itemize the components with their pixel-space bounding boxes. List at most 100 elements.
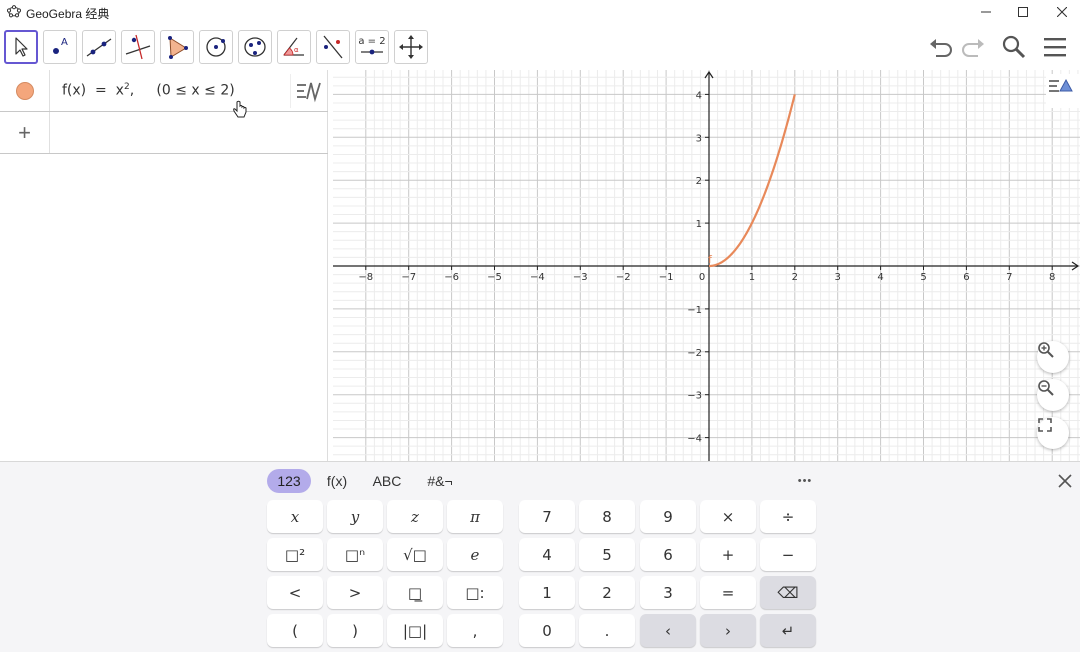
circle-icon [206, 37, 226, 57]
close-window-button[interactable] [1042, 0, 1080, 24]
key-6[interactable]: 6 [640, 538, 696, 571]
slider-eq-icon: a = 2 [358, 36, 386, 47]
tool-perpendicular[interactable] [121, 30, 155, 64]
key-0[interactable]: 0 [519, 614, 575, 647]
keyboard-more-button[interactable]: ••• [790, 470, 820, 492]
tool-ellipse[interactable] [238, 30, 272, 64]
zoom-out-icon [1038, 380, 1054, 396]
geogebra-app: GeoGebra 经典 A α a = 2 f(x) = x2, (0 ≤ x … [0, 0, 1080, 652]
tool-polygon[interactable] [160, 30, 194, 64]
perpendicular-line-icon [125, 34, 151, 60]
key-4[interactable]: 4 [519, 538, 575, 571]
key-divide[interactable]: ÷ [760, 500, 816, 533]
svg-text:A: A [61, 37, 68, 48]
add-entry-button[interactable]: + [0, 112, 50, 153]
tool-move[interactable] [4, 30, 38, 64]
key-2[interactable]: 2 [579, 576, 635, 609]
close-icon [1058, 474, 1072, 488]
undo-icon [930, 39, 952, 57]
algebra-entry-f[interactable]: f(x) = x2, (0 ≤ x ≤ 2) [0, 70, 328, 118]
keyboard-tab-abc[interactable]: ABC [366, 469, 408, 493]
key-minus[interactable]: − [760, 538, 816, 571]
key-plus[interactable]: + [700, 538, 756, 571]
key-power[interactable]: □ⁿ [327, 538, 383, 571]
algebra-style-button[interactable] [290, 74, 326, 108]
keyboard-tab-symbols[interactable]: #&¬ [420, 469, 460, 493]
x-tick-label: 0 [699, 272, 705, 283]
formula-f[interactable]: f(x) = x2, (0 ≤ x ≤ 2) [62, 82, 235, 99]
key-y[interactable]: y [327, 500, 383, 533]
undo-button[interactable] [926, 32, 956, 62]
y-tick-label: 3 [696, 133, 702, 144]
graphics-style-button[interactable] [1046, 74, 1080, 108]
tool-circle-center-point[interactable] [199, 30, 233, 64]
fullscreen-icon [1038, 418, 1052, 432]
key-squared[interactable]: □² [267, 538, 323, 571]
key-9[interactable]: 9 [640, 500, 696, 533]
maximize-button[interactable] [1003, 0, 1043, 24]
zoom-in-button[interactable] [1037, 341, 1069, 373]
reflect-icon [323, 35, 343, 59]
key-abs[interactable]: |□| [387, 614, 443, 647]
key-decimal[interactable]: . [579, 614, 635, 647]
x-tick-label: 5 [920, 272, 926, 283]
key-fraction[interactable]: □̲ [387, 576, 443, 609]
y-tick-label: 1 [696, 219, 702, 230]
key-open-paren[interactable]: ( [267, 614, 323, 647]
key-sqrt[interactable]: √□ [387, 538, 443, 571]
key-1[interactable]: 1 [519, 576, 575, 609]
minimize-button[interactable] [966, 0, 1006, 24]
key-e[interactable]: e [447, 538, 503, 571]
graphics-canvas[interactable]: −8 −7 −6 −5 −4 −3 −2 −1 0 1 2 3 4 5 6 7 8 4 3 2 1 −1 −2 −3 −4 f [333, 70, 1080, 461]
tool-reflect[interactable] [316, 30, 350, 64]
standard-view-button[interactable] [1037, 417, 1069, 449]
key-equals[interactable]: = [700, 576, 756, 609]
redo-button[interactable] [958, 32, 988, 62]
key-5[interactable]: 5 [579, 538, 635, 571]
x-tick-label: 8 [1049, 272, 1055, 283]
main-menu-button[interactable] [1040, 32, 1070, 62]
key-mixed-fraction[interactable]: □: [447, 576, 503, 609]
key-right-arrow[interactable]: › [700, 614, 756, 647]
y-tick-label: 4 [696, 90, 702, 101]
x-tick-label: 6 [963, 272, 969, 283]
key-x[interactable]: x [267, 500, 323, 533]
tool-point[interactable]: A [43, 30, 77, 64]
key-comma[interactable]: , [447, 614, 503, 647]
key-close-paren[interactable]: ) [327, 614, 383, 647]
key-pi[interactable]: π [447, 500, 503, 533]
tool-angle[interactable]: α [277, 30, 311, 64]
zoom-out-button[interactable] [1037, 379, 1069, 411]
visibility-toggle[interactable] [0, 70, 50, 111]
x-tick-label: −7 [401, 272, 416, 283]
x-tick-label: −6 [444, 272, 459, 283]
search-button[interactable] [999, 32, 1029, 62]
x-tick-label: 7 [1006, 272, 1012, 283]
y-tick-label: −2 [687, 348, 702, 359]
key-less-than[interactable]: < [267, 576, 323, 609]
key-8[interactable]: 8 [579, 500, 635, 533]
algebra-input-row[interactable]: + [0, 112, 328, 154]
key-left-arrow[interactable]: ‹ [640, 614, 696, 647]
close-keyboard-button[interactable] [1054, 470, 1076, 492]
redo-icon [962, 39, 984, 57]
tool-move-graphics[interactable] [394, 30, 428, 64]
key-multiply[interactable]: × [700, 500, 756, 533]
key-z[interactable]: z [387, 500, 443, 533]
tool-slider[interactable]: a = 2 [355, 30, 389, 64]
key-backspace[interactable]: ⌫ [760, 576, 816, 609]
move-cross-icon [399, 35, 423, 59]
key-greater-than[interactable]: > [327, 576, 383, 609]
key-enter[interactable]: ↵ [760, 614, 816, 647]
graphics-view[interactable]: −8 −7 −6 −5 −4 −3 −2 −1 0 1 2 3 4 5 6 7 8 4 3 2 1 −1 −2 −3 −4 f [333, 70, 1080, 461]
function-f-label[interactable]: f [708, 253, 713, 266]
keyboard-tab-functions[interactable]: f(x) [320, 469, 354, 493]
formula-lhs: f(x) = x [62, 82, 124, 99]
minimize-icon [981, 11, 991, 13]
tool-line[interactable] [82, 30, 116, 64]
keyboard-tab-123[interactable]: 123 [267, 469, 311, 493]
key-3[interactable]: 3 [640, 576, 696, 609]
key-7[interactable]: 7 [519, 500, 575, 533]
x-tick-label: −2 [616, 272, 631, 283]
angle-icon: α [283, 37, 304, 56]
